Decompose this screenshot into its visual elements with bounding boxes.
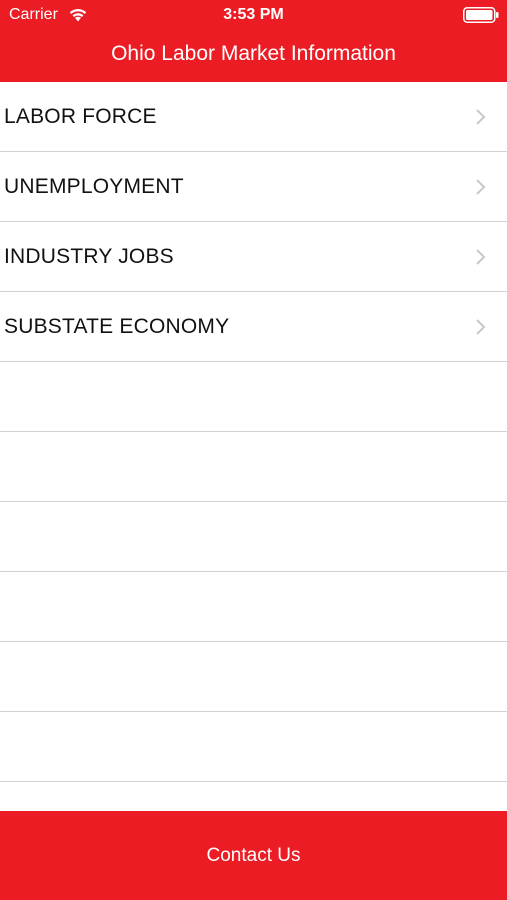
empty-table-row bbox=[0, 642, 507, 712]
menu-item-industry-jobs[interactable]: INDUSTRY JOBS bbox=[0, 222, 507, 292]
menu-item-substate-economy[interactable]: SUBSTATE ECONOMY bbox=[0, 292, 507, 362]
empty-table-row bbox=[0, 572, 507, 642]
empty-table-row bbox=[0, 712, 507, 782]
chevron-right-icon bbox=[476, 319, 486, 335]
contact-us-label: Contact Us bbox=[206, 845, 301, 866]
menu-item-label: INDUSTRY JOBS bbox=[4, 245, 174, 268]
chevron-right-icon bbox=[476, 249, 486, 265]
app-screen: Carrier 3:53 PM Ohio Labor Market Inform… bbox=[0, 0, 507, 900]
menu-item-label: UNEMPLOYMENT bbox=[4, 175, 184, 198]
contact-us-button[interactable]: Contact Us bbox=[0, 811, 507, 900]
menu-item-labor-force[interactable]: LABOR FORCE bbox=[0, 82, 507, 152]
status-bar: Carrier 3:53 PM bbox=[0, 0, 507, 30]
battery-full-icon bbox=[463, 7, 499, 23]
empty-table-row bbox=[0, 362, 507, 432]
page-title: Ohio Labor Market Information bbox=[111, 42, 396, 65]
menu-item-label: LABOR FORCE bbox=[4, 105, 157, 128]
header-bar: Carrier 3:53 PM Ohio Labor Market Inform… bbox=[0, 0, 507, 82]
menu-item-unemployment[interactable]: UNEMPLOYMENT bbox=[0, 152, 507, 222]
empty-table-row bbox=[0, 432, 507, 502]
menu-list: LABOR FORCE UNEMPLOYMENT INDUSTRY JOBS S… bbox=[0, 82, 507, 782]
status-time: 3:53 PM bbox=[223, 6, 284, 23]
menu-item-label: SUBSTATE ECONOMY bbox=[4, 315, 230, 338]
chevron-right-icon bbox=[476, 179, 486, 195]
empty-table-row bbox=[0, 502, 507, 572]
chevron-right-icon bbox=[476, 109, 486, 125]
